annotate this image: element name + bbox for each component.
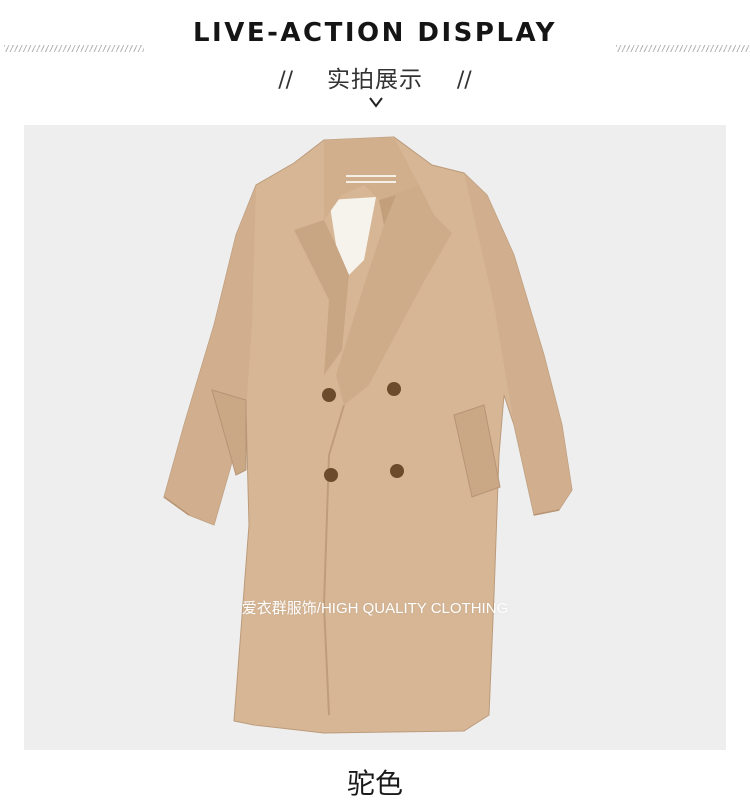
slash-left: //	[278, 68, 294, 93]
section-title: LIVE-ACTION DISPLAY	[192, 18, 557, 48]
watermark-text: 爱衣群服饰/HIGH QUALITY CLOTHING	[241, 600, 509, 617]
color-caption: 驼色	[346, 767, 403, 800]
trench-coat-image	[163, 136, 573, 734]
button-lower-right	[390, 464, 404, 478]
button-lower-left	[324, 468, 338, 482]
header: LIVE-ACTION DISPLAY // 实拍展示 //	[0, 0, 750, 120]
slash-right: //	[456, 68, 472, 93]
button-upper-right	[387, 382, 401, 396]
chevron-down-icon	[369, 97, 383, 108]
product-photo: 爱衣群服饰/HIGH QUALITY CLOTHING	[24, 125, 726, 750]
button-upper-left	[322, 388, 336, 402]
decorative-hatch-right	[616, 45, 750, 52]
subtitle-text: 实拍展示	[327, 67, 423, 93]
section-subtitle: // 实拍展示 //	[0, 60, 750, 94]
